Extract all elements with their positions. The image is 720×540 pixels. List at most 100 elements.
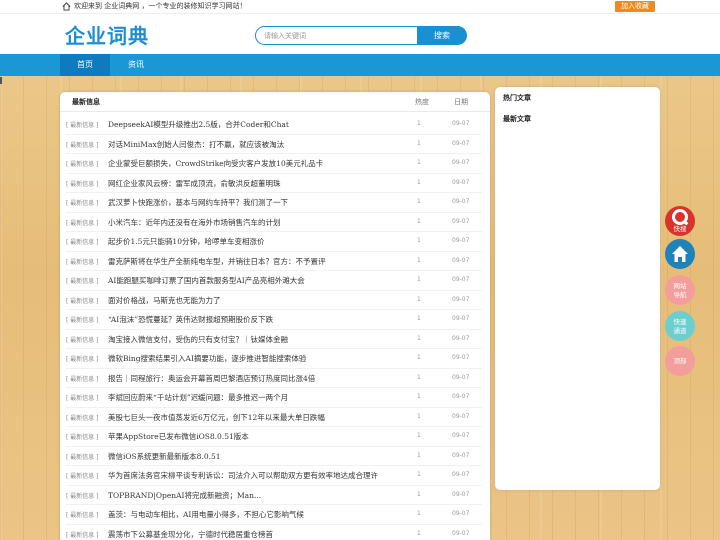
nav-item-news[interactable]: 资讯 — [111, 54, 161, 76]
article-link[interactable]: 淘宝接入微信支付，受伤的只有支付宝？｜钛媒体金融 — [108, 334, 400, 345]
home-icon — [62, 2, 71, 11]
back-to-top-label: 顶部 — [673, 357, 687, 365]
site-nav-button[interactable]: 网站 导航 — [665, 275, 695, 305]
heat-value: 1 — [417, 334, 421, 342]
latest-articles-title: 最新文章 — [503, 115, 531, 123]
article-link[interactable]: 面对价格战，马斯克也无能为力了 — [108, 295, 400, 306]
category-tag[interactable]: [ 最新信息 ] — [66, 120, 99, 129]
header: 企业词典 搜索 — [0, 14, 720, 54]
date-value: 09-07 — [452, 412, 470, 420]
category-tag[interactable]: [ 最新信息 ] — [66, 315, 99, 324]
site-nav-label-2: 导航 — [673, 291, 687, 299]
category-tag[interactable]: [ 最新信息 ] — [66, 471, 99, 480]
date-value: 09-07 — [452, 432, 470, 439]
category-tag[interactable]: [ 最新信息 ] — [66, 276, 99, 285]
category-tag[interactable]: [ 最新信息 ] — [66, 354, 99, 363]
column-date: 日期 — [454, 98, 468, 106]
panel-header: 最新信息 热度 日期 — [60, 92, 490, 112]
heat-value: 1 — [417, 529, 421, 537]
edge-marker — [0, 77, 2, 84]
date-value: 09-07 — [452, 471, 470, 478]
date-value: 09-07 — [452, 256, 470, 264]
article-link[interactable]: 李斌回应蔚来“千站计划”迟缓问题：最多推迟一两个月 — [108, 392, 400, 403]
article-link[interactable]: 报告｜同程旅行：奥运会开幕首周巴黎酒店预订热度同比涨4倍 — [108, 373, 400, 384]
date-value: 09-07 — [452, 354, 470, 361]
article-link[interactable]: 雷克萨斯将在华生产全新纯电车型，并销往日本？官方：不予置评 — [108, 256, 400, 267]
category-tag[interactable]: [ 最新信息 ] — [66, 179, 99, 188]
list-item: [ 最新信息 ] 震荡市下公募基金现分化，宁德时代稳居重仓榜首 1 09-07 — [66, 525, 482, 540]
site-nav-label-1: 网站 — [673, 282, 687, 290]
article-link[interactable]: 微软Bing搜索结果引入AI摘要功能，逐步推进智能搜索体验 — [108, 353, 400, 364]
list-item: [ 最新信息 ] 武汉萝卜快跑涨价，基本与网约车持平？我们测了一下 1 09-07 — [66, 193, 482, 213]
add-favorite-button[interactable]: 加入收藏 — [615, 1, 655, 12]
home-float-button[interactable] — [665, 239, 695, 269]
article-link[interactable]: “AI泡沫”恐慌蔓延？英伟达财报超预期股价反下跌 — [108, 314, 400, 325]
search-button[interactable]: 搜索 — [417, 26, 467, 45]
date-value: 09-07 — [452, 373, 470, 381]
heat-value: 1 — [417, 373, 421, 381]
category-tag[interactable]: [ 最新信息 ] — [66, 257, 99, 266]
article-link[interactable]: 武汉萝卜快跑涨价，基本与网约车持平？我们测了一下 — [108, 197, 400, 208]
article-link[interactable]: 企业蒙受巨额损失，CrowdStrike向受灾客户发放10美元礼品卡 — [108, 158, 400, 169]
list-item: [ 最新信息 ] 华为首席法务官宋柳平谈专利诉讼：司法介入可以帮助双方更有效率地达… — [66, 466, 482, 486]
category-tag[interactable]: [ 最新信息 ] — [66, 140, 99, 149]
list-item: [ 最新信息 ] 报告｜同程旅行：奥运会开幕首周巴黎酒店预订热度同比涨4倍 1 09-… — [66, 369, 482, 388]
heat-value: 1 — [417, 276, 421, 283]
date-value: 09-07 — [452, 451, 470, 459]
heat-value: 1 — [417, 490, 421, 498]
article-list: [ 最新信息 ] DeepseekAI模型升级推出2.5版，合并Coder和Cha… — [60, 115, 490, 540]
heat-value: 1 — [417, 256, 421, 264]
date-value: 09-07 — [452, 139, 470, 147]
site-logo[interactable]: 企业词典 — [65, 20, 149, 49]
article-link[interactable]: 微信iOS系统更新最新版本8.0.51 — [108, 451, 400, 462]
heat-value: 1 — [417, 237, 421, 244]
category-tag[interactable]: [ 最新信息 ] — [66, 393, 99, 402]
article-link[interactable]: 对话MiniMax创始人闫俊杰：打不赢，就应该被淘汰 — [108, 139, 400, 150]
category-tag[interactable]: [ 最新信息 ] — [66, 452, 99, 461]
search-input[interactable] — [255, 26, 421, 45]
date-value: 09-07 — [452, 159, 470, 166]
article-link[interactable]: TOPBRAND|OpenAI将完成新融资；Man... — [108, 490, 400, 501]
category-tag[interactable]: [ 最新信息 ] — [66, 335, 99, 344]
category-tag[interactable]: [ 最新信息 ] — [66, 530, 99, 539]
heat-value: 1 — [417, 451, 421, 459]
article-link[interactable]: 盖茨：与电动车相比，AI用电量小得多，不担心它影响气候 — [108, 509, 400, 520]
article-link[interactable]: 网红企业家风云榜：雷军成顶流，俞敏洪反超董明珠 — [108, 178, 400, 189]
category-tag[interactable]: [ 最新信息 ] — [66, 218, 99, 227]
list-item: [ 最新信息 ] 苹果AppStore已发布微信iOS8.0.51版本 1 09-07 — [66, 427, 482, 447]
list-item: [ 最新信息 ] 小米汽车：近年内还没有在海外市场销售汽车的计划 1 09-07 — [66, 213, 482, 232]
category-tag[interactable]: [ 最新信息 ] — [66, 237, 99, 246]
article-link[interactable]: 震荡市下公募基金现分化，宁德时代稳居重仓榜首 — [108, 529, 400, 540]
article-link[interactable]: 苹果AppStore已发布微信iOS8.0.51版本 — [108, 431, 400, 442]
category-tag[interactable]: [ 最新信息 ] — [66, 296, 99, 305]
welcome-text: 欢迎来到 企业词典网 ，一个专业的装修知识学习网站！ — [74, 2, 247, 10]
date-value: 09-07 — [452, 120, 470, 127]
list-item: [ 最新信息 ] DeepseekAI模型升级推出2.5版，合并Coder和Cha… — [66, 115, 482, 135]
fast-channel-button[interactable]: 快速 通道 — [665, 311, 695, 341]
list-item: [ 最新信息 ] AI能跑腿买咖啡订票了国内首款服务型AI产品亮相外滩大会 1 09-… — [66, 271, 482, 291]
article-link[interactable]: 美股七巨头一夜市值蒸发近6万亿元，创下12年以来最大单日跌幅 — [108, 412, 400, 423]
article-link[interactable]: DeepseekAI模型升级推出2.5版，合并Coder和Chat — [108, 119, 400, 130]
heat-value: 1 — [417, 471, 421, 478]
heat-value: 1 — [417, 198, 421, 205]
category-tag[interactable]: [ 最新信息 ] — [66, 413, 99, 422]
article-link[interactable]: 小米汽车：近年内还没有在海外市场销售汽车的计划 — [108, 217, 400, 228]
category-tag[interactable]: [ 最新信息 ] — [66, 374, 99, 383]
article-link[interactable]: AI能跑腿买咖啡订票了国内首款服务型AI产品亮相外滩大会 — [108, 275, 400, 286]
category-tag[interactable]: [ 最新信息 ] — [66, 159, 99, 168]
category-tag[interactable]: [ 最新信息 ] — [66, 510, 99, 519]
search-q-icon — [672, 209, 688, 225]
back-to-top-button[interactable]: 顶部 — [665, 346, 695, 376]
quick-search-button[interactable]: 快搜 — [665, 206, 695, 236]
article-link[interactable]: 华为首席法务官宋柳平谈专利诉讼：司法介入可以帮助双方更有效率地达成合理许 — [108, 470, 400, 481]
date-value: 09-07 — [452, 490, 470, 498]
heat-value: 1 — [417, 354, 421, 361]
category-tag[interactable]: [ 最新信息 ] — [66, 198, 99, 207]
home-icon — [672, 246, 688, 262]
nav-item-home[interactable]: 首页 — [60, 54, 110, 76]
quick-search-label: 快搜 — [673, 225, 687, 233]
article-link[interactable]: 起步价1.5元只能骑10分钟，哈啰单车变相涨价 — [108, 236, 400, 247]
category-tag[interactable]: [ 最新信息 ] — [66, 432, 99, 441]
category-tag[interactable]: [ 最新信息 ] — [66, 491, 99, 500]
list-item: [ 最新信息 ] 面对价格战，马斯克也无能为力了 1 09-07 — [66, 291, 482, 310]
